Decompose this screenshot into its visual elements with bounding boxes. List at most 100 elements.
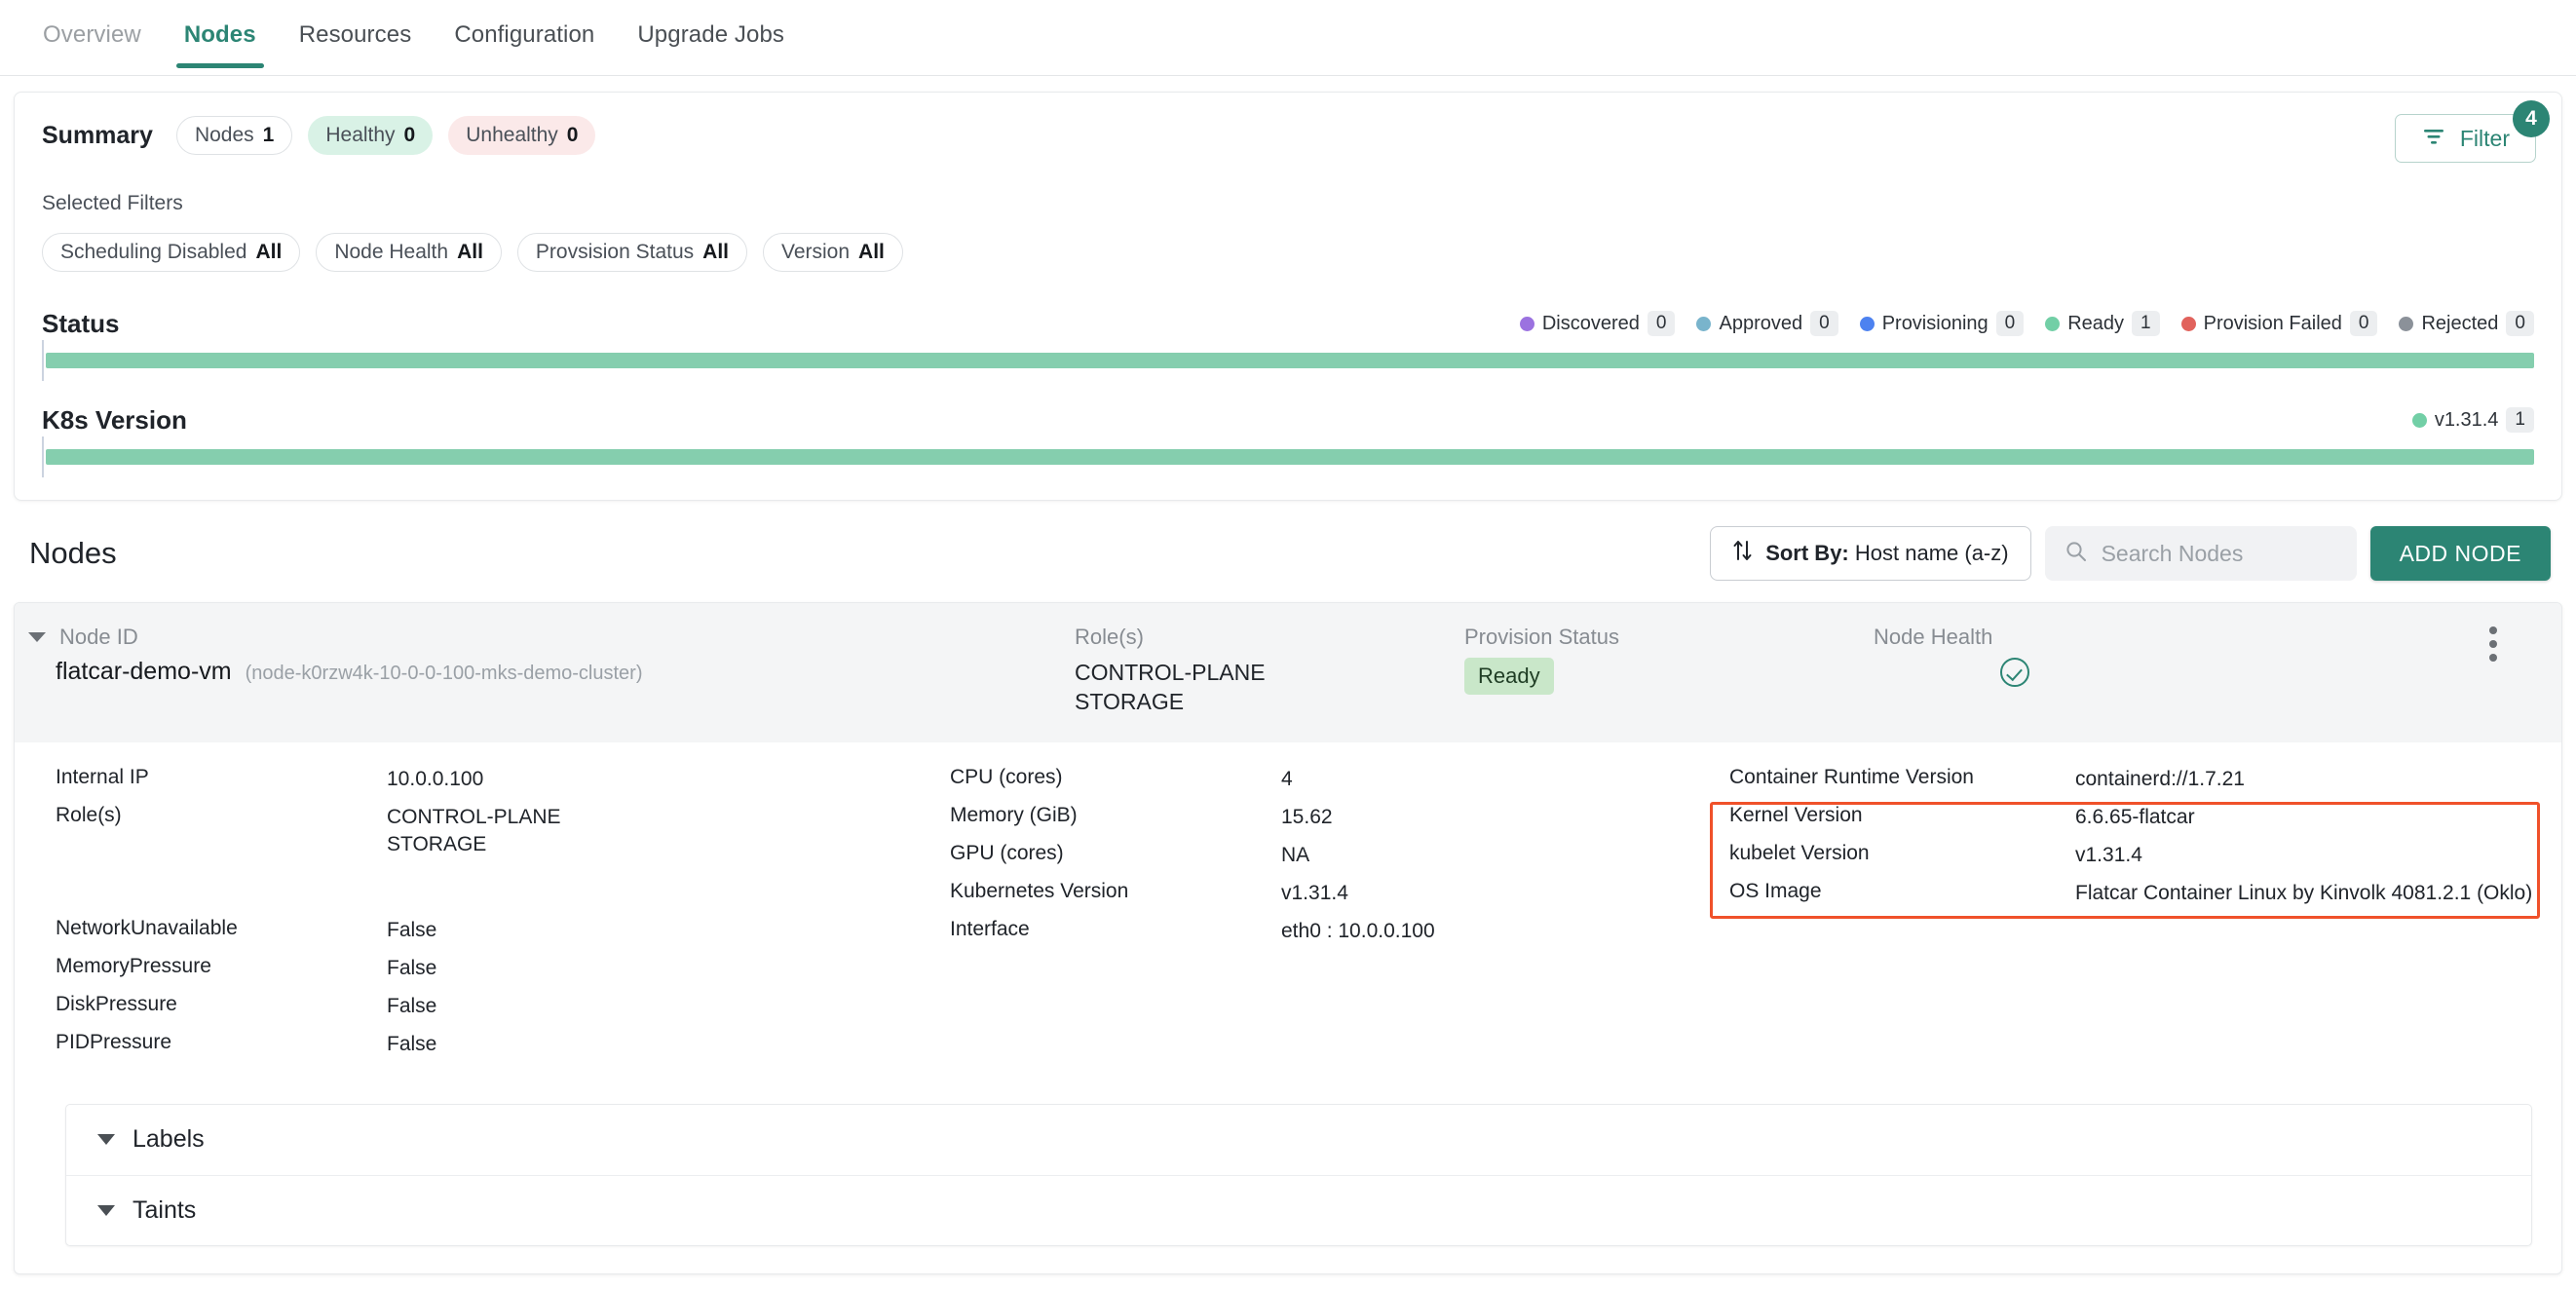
filter-chip-version[interactable]: Version All — [763, 233, 903, 272]
detail-row-gpu-cores: GPU (cores) NA — [950, 842, 1710, 880]
detail-value: False — [387, 918, 437, 941]
chip-unhealthy-value: 0 — [566, 124, 579, 146]
sort-icon — [1732, 538, 1754, 569]
detail-key: OS Image — [1729, 879, 1822, 902]
chip-nodes-count[interactable]: Nodes 1 — [175, 116, 293, 155]
filter-chip-provision-status[interactable]: Provsision Status All — [516, 233, 747, 272]
legend-item-provision-failed[interactable]: Provision Failed 0 — [2180, 311, 2378, 336]
legend-count: 0 — [1995, 311, 2025, 336]
status-chart: Status Discovered 0 Approved 0 Provision… — [42, 309, 2534, 381]
detail-key: Kubernetes Version — [950, 879, 1129, 902]
sort-by-prefix: Sort By: — [1765, 541, 1849, 565]
legend-label: Discovered — [1541, 312, 1640, 334]
detail-row-memory-gib: Memory (GiB) 15.62 — [950, 804, 1710, 842]
node-details-column-2: CPU (cores) 4 Memory (GiB) 15.62 GPU (co… — [891, 766, 1710, 1069]
check-circle-icon — [2000, 658, 2029, 687]
detail-row-kubelet-version: kubelet Version v1.31.4 — [1729, 842, 2548, 880]
legend-item-approved[interactable]: Approved 0 — [1696, 311, 1838, 336]
expander-taints[interactable]: Taints — [66, 1174, 2531, 1245]
detail-value: False — [387, 994, 437, 1017]
node-id-header-label: Node ID — [59, 625, 138, 649]
legend-count: 1 — [2132, 311, 2160, 336]
filter-chip-value: All — [457, 241, 483, 263]
node-id-header[interactable]: Node ID — [28, 625, 1067, 650]
legend-item-rejected[interactable]: Rejected 0 — [2399, 311, 2534, 336]
legend-item-ready[interactable]: Ready 1 — [2045, 311, 2160, 336]
sort-by-button[interactable]: Sort By: Host name (a-z) — [1710, 526, 2031, 581]
tab-overview[interactable]: Overview — [21, 0, 163, 68]
node-health-header-label: Node Health — [1874, 625, 1993, 649]
k8s-version-bar-track — [42, 436, 2534, 477]
chip-unhealthy-label: Unhealthy — [466, 124, 558, 146]
legend-dot-provision-failed — [2180, 316, 2196, 331]
legend-count: 0 — [2349, 311, 2378, 336]
chip-healthy-value: 0 — [403, 124, 416, 146]
selected-filters-list: Scheduling Disabled All Node Health All … — [42, 233, 2534, 272]
detail-row-interface: Interface eth0 : 10.0.0.100 — [950, 918, 1710, 956]
filter-chip-label: Node Health — [334, 241, 449, 263]
filter-chip-label: Provsision Status — [535, 241, 695, 263]
filter-chip-scheduling-disabled[interactable]: Scheduling Disabled All — [42, 233, 301, 272]
detail-key: Internal IP — [56, 765, 149, 788]
tab-nodes[interactable]: Nodes — [163, 0, 278, 68]
legend-count: 0 — [1647, 311, 1676, 336]
chip-unhealthy-count[interactable]: Unhealthy 0 — [448, 116, 596, 155]
legend-dot-approved — [1696, 316, 1712, 331]
legend-item-provisioning[interactable]: Provisioning 0 — [1859, 311, 2025, 336]
detail-value: CONTROL-PLANE STORAGE — [387, 804, 561, 859]
node-card-header: Node ID flatcar-demo-vm (node-k0rzw4k-10… — [15, 603, 2561, 742]
chip-healthy-count[interactable]: Healthy 0 — [308, 116, 434, 155]
node-expanders: Labels Taints — [65, 1103, 2532, 1246]
detail-row-roles: Role(s) CONTROL-PLANE STORAGE — [56, 804, 891, 880]
node-health-column: Node Health — [1866, 625, 2255, 717]
chevron-down-icon — [97, 1134, 115, 1146]
filter-chip-value: All — [702, 241, 729, 263]
node-id-column: Node ID flatcar-demo-vm (node-k0rzw4k-10… — [15, 625, 1067, 717]
detail-key: MemoryPressure — [56, 954, 211, 977]
detail-row-internal-ip: Internal IP 10.0.0.100 — [56, 766, 891, 804]
expander-labels-label: Labels — [133, 1125, 205, 1154]
summary-header: Summary Nodes 1 Healthy 0 Unhealthy 0 — [42, 116, 2534, 155]
search-nodes-input[interactable] — [2101, 540, 2337, 567]
legend-dot-discovered — [1519, 316, 1534, 331]
expander-labels[interactable]: Labels — [66, 1105, 2531, 1175]
filter-button-label: Filter — [2459, 125, 2510, 151]
add-node-button[interactable]: ADD NODE — [2369, 526, 2551, 581]
detail-spacer — [56, 880, 891, 917]
detail-value: 6.6.65-flatcar — [2075, 805, 2195, 828]
search-nodes-box[interactable] — [2044, 526, 2357, 581]
detail-key: Container Runtime Version — [1729, 765, 1974, 788]
node-roles-value: CONTROL-PLANE STORAGE — [1075, 658, 1457, 717]
detail-key: Interface — [950, 917, 1030, 940]
selected-filters-label: Selected Filters — [42, 192, 183, 214]
legend-label: Ready — [2067, 312, 2125, 334]
tab-configuration[interactable]: Configuration — [433, 0, 616, 68]
chip-nodes-label: Nodes — [194, 124, 254, 146]
k8s-version-chart: K8s Version v1.31.4 1 — [42, 405, 2534, 477]
detail-value: v1.31.4 — [1281, 881, 1348, 904]
summary-card: Summary Nodes 1 Healthy 0 Unhealthy 0 Fi… — [14, 92, 2562, 501]
filter-chip-node-health[interactable]: Node Health All — [316, 233, 502, 272]
k8s-version-bar-segment[interactable] — [46, 449, 2534, 465]
chevron-down-icon — [28, 632, 46, 642]
status-bar-segment-ready[interactable] — [46, 353, 2534, 368]
status-chart-title: Status — [42, 309, 120, 338]
nodes-toolbar-actions: Sort By: Host name (a-z) ADD NODE — [1710, 526, 2551, 581]
node-details-column-3: Container Runtime Version containerd://1… — [1710, 766, 2548, 1069]
k8s-version-chart-title: K8s Version — [42, 405, 187, 435]
legend-item-discovered[interactable]: Discovered 0 — [1519, 311, 1676, 336]
legend-item-v1-31-4[interactable]: v1.31.4 1 — [2411, 407, 2534, 433]
node-name: flatcar-demo-vm — [56, 658, 232, 685]
detail-value: 10.0.0.100 — [387, 767, 484, 790]
legend-count: 1 — [2506, 407, 2534, 433]
detail-key: DiskPressure — [56, 992, 177, 1015]
detail-row-kubernetes-version: Kubernetes Version v1.31.4 — [950, 880, 1710, 918]
node-card: Node ID flatcar-demo-vm (node-k0rzw4k-10… — [14, 602, 2562, 1274]
detail-row-os-image: OS Image Flatcar Container Linux by Kinv… — [1729, 880, 2548, 918]
tab-upgrade-jobs[interactable]: Upgrade Jobs — [616, 0, 806, 68]
filter-chip-value: All — [255, 241, 283, 263]
tab-resources[interactable]: Resources — [278, 0, 434, 68]
legend-dot-ready — [2045, 316, 2061, 331]
kebab-menu-icon[interactable] — [2489, 626, 2497, 667]
legend-label: Approved — [1719, 312, 1803, 334]
